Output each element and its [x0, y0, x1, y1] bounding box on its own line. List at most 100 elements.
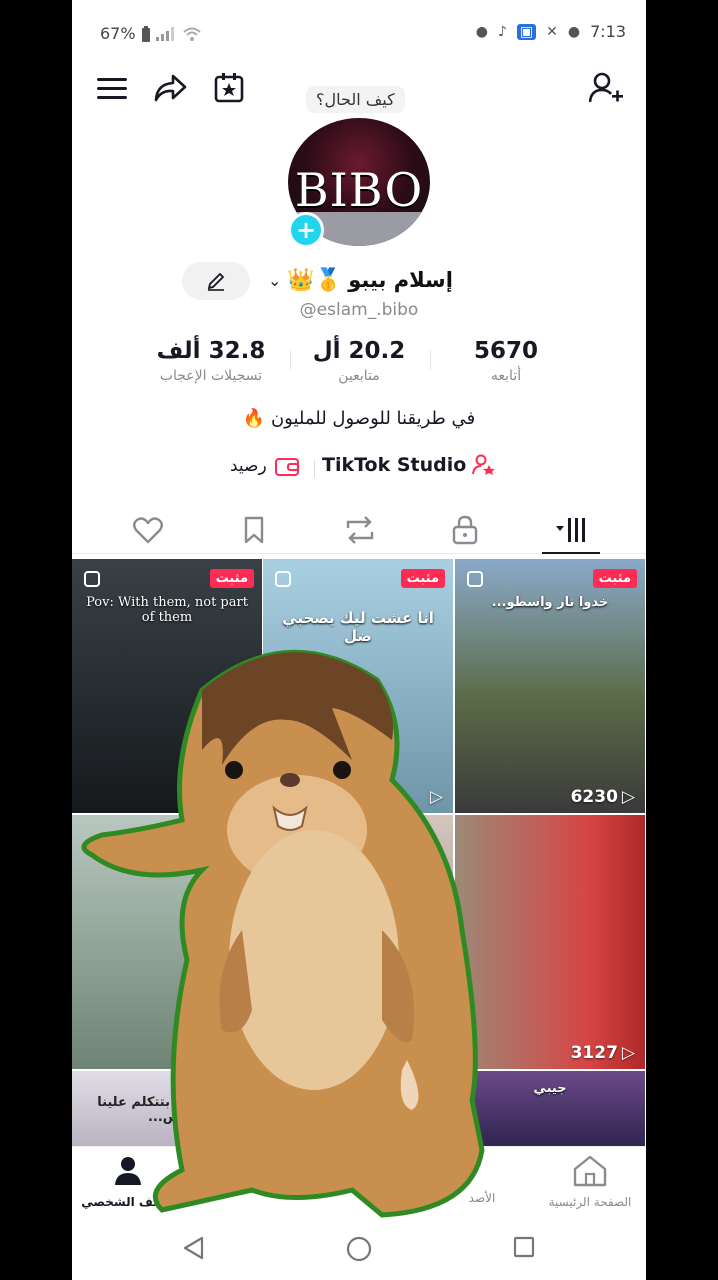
stat-label: متابعين [338, 368, 380, 384]
video-tile[interactable] [263, 815, 453, 1069]
app-icon: ▣ [516, 23, 537, 40]
profile-stats: 5670 أتابعه 20.2 أل متابعين 32.8 ألف تسج… [72, 338, 646, 398]
share-icon[interactable] [150, 68, 190, 108]
view-count: 3127 ▷ [570, 1043, 635, 1063]
stat-following[interactable]: 5670 أتابعه [431, 338, 581, 384]
wallet-label: رصيد [230, 456, 267, 476]
edit-profile-button[interactable] [182, 262, 250, 300]
video-tile[interactable]: مثبت خدوا نار واسطو... 6230 ▷ [455, 559, 645, 813]
wallet-icon [274, 458, 299, 476]
status-tooltip[interactable]: كيف الحال؟ [306, 86, 405, 113]
view-count: ▷ [426, 787, 443, 807]
content-tabs [72, 506, 646, 554]
stat-label: أتابعه [490, 368, 522, 384]
tab-videos[interactable] [552, 512, 592, 548]
pinned-badge: مثبت [592, 569, 637, 588]
stat-likes[interactable]: 32.8 ألف تسجيلات الإعجاب [136, 338, 286, 384]
add-friend-icon[interactable] [586, 68, 626, 108]
battery-percent: 67% [100, 24, 136, 43]
active-tab-indicator [542, 552, 600, 554]
video-caption: انا عشت ليك يصحبي ضل [282, 609, 434, 645]
video-caption: خدوا نار واسطو... [491, 595, 609, 610]
wallet-link[interactable]: رصيد [230, 456, 299, 476]
stat-divider [290, 350, 291, 370]
play-icon: ▷ [621, 787, 635, 807]
view-count: 180 [216, 787, 253, 807]
wifi-icon [182, 27, 201, 41]
video-tile[interactable] [263, 1071, 453, 1147]
stat-label: تسجيلات الإعجاب [159, 368, 263, 384]
back-icon[interactable] [182, 1236, 204, 1264]
nav-home-label: الصفحة الرئيسية [548, 1195, 632, 1209]
username-handle: @eslam_.bibo [299, 300, 419, 320]
nav-home[interactable]: الصفحة الرئيسية [530, 1155, 646, 1209]
stat-followers[interactable]: 20.2 أل متابعين [284, 338, 434, 384]
video-caption: عارف انك بتتكلم علينا بس... [97, 1095, 237, 1125]
tab-liked[interactable] [128, 512, 168, 548]
nav-friends[interactable]: الأصد [422, 1155, 542, 1205]
chevron-down-icon[interactable]: ⌄ [268, 271, 281, 290]
system-nav-bar [72, 1218, 646, 1280]
name-row[interactable]: ⌄ 👑🥇 إسلام بيبو [268, 262, 468, 298]
display-name: إسلام بيبو [348, 268, 453, 292]
heart-icon [133, 517, 163, 544]
pinned-badge: مثبت [209, 569, 254, 588]
lock-icon [452, 515, 478, 545]
badge-emojis: 👑🥇 [287, 267, 343, 293]
creator-icon [472, 454, 496, 475]
video-tile[interactable]: مثبت Pov: With them, not part of them 18… [72, 559, 262, 813]
video-tile[interactable]: مثبت انا عشت ليك يصحبي ضل ▷ [263, 559, 453, 813]
stat-value: 32.8 ألف [156, 338, 266, 364]
battery-icon [141, 25, 150, 42]
video-tile[interactable]: 2021 [72, 815, 262, 1069]
select-box[interactable] [467, 571, 483, 587]
grid-icon [556, 518, 585, 542]
links-divider [314, 460, 315, 478]
video-tile[interactable]: عارف انك بتتكلم علينا بس... [72, 1071, 262, 1147]
clock: 7:13 [590, 22, 626, 41]
recents-icon[interactable] [513, 1236, 535, 1262]
bookmark-icon [244, 516, 264, 544]
video-caption: Pov: With them, not part of them [86, 595, 248, 625]
pinned-badge: مثبت [400, 569, 445, 588]
video-tile[interactable]: 3127 ▷ [455, 815, 645, 1069]
status-right: ● ♪ ▣ ✕ ● 7:13 [476, 22, 626, 41]
avatar-logo-text: BIBO [294, 163, 424, 217]
stat-value: 5670 [473, 338, 538, 364]
nav-profile-label: الملف الشخصي [81, 1195, 175, 1209]
tab-reposts[interactable] [340, 512, 380, 548]
profile-links: TikTok Studio رصيد [72, 454, 646, 484]
play-icon: ▷ [621, 1043, 635, 1063]
video-tile[interactable]: جيبي [455, 1071, 645, 1147]
studio-label: TikTok Studio [322, 454, 467, 476]
dot-icon: ● [475, 23, 488, 40]
signal-icon [155, 26, 174, 41]
pencil-icon [207, 272, 225, 291]
home-icon [573, 1155, 607, 1187]
profile-bio: في طريقنا للوصول للمليون 🔥 [242, 408, 476, 429]
nav-friends-label: الأصد [468, 1191, 496, 1205]
view-count: 6230 ▷ [570, 787, 635, 807]
status-bar: 67% ● ♪ ▣ ✕ ● 7:13 [72, 0, 646, 64]
home-circle-icon[interactable] [346, 1236, 372, 1266]
tab-private[interactable] [445, 512, 485, 548]
video-caption: جيبي [533, 1081, 567, 1096]
status-left: 67% [100, 24, 202, 43]
profile-icon [115, 1157, 141, 1185]
menu-icon[interactable] [92, 68, 132, 108]
phone-screen: 67% ● ♪ ▣ ✕ ● 7:13 كيف الحال؟ BIBO + ⌄ 👑… [72, 0, 646, 1280]
select-box[interactable] [84, 571, 100, 587]
tab-favorites[interactable] [234, 512, 274, 548]
calendar-star-icon[interactable] [209, 68, 249, 108]
repost-icon [346, 516, 374, 544]
tiktok-icon: ♪ [497, 23, 507, 40]
bottom-nav: الصفحة الرئيسية الأصد الملف الشخصي [72, 1146, 646, 1218]
tiktok-studio-link[interactable]: TikTok Studio [322, 454, 496, 476]
select-box[interactable] [275, 571, 291, 587]
chat-icon: ● [567, 23, 581, 40]
nav-profile[interactable]: الملف الشخصي [72, 1155, 188, 1209]
capcut-icon: ✕ [546, 23, 558, 40]
add-avatar-button[interactable]: + [288, 212, 324, 248]
play-icon: ▷ [429, 787, 443, 807]
stat-value: 20.2 أل [312, 338, 406, 364]
